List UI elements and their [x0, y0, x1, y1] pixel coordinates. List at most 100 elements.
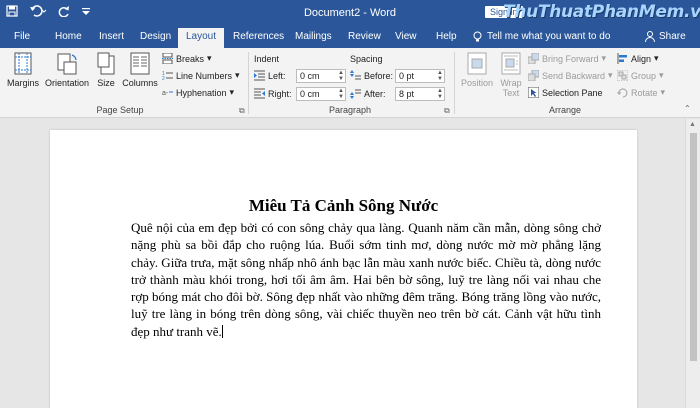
group-objects-icon [617, 70, 628, 81]
indent-left-input[interactable]: 0 cm ▲ ▼ [296, 69, 346, 83]
margins-icon [14, 52, 32, 75]
columns-button[interactable]: Columns [121, 52, 159, 88]
indent-left-label-wrap: Left: [254, 70, 286, 81]
breaks-icon [162, 53, 173, 64]
tab-mailings[interactable]: Mailings [295, 31, 332, 42]
wrap-text-button[interactable]: Wrap Text [497, 52, 525, 98]
indent-left-value: 0 cm [300, 71, 320, 81]
indent-right-label: Right: [268, 88, 292, 99]
spacing-before-icon [350, 70, 361, 80]
hyphenation-button[interactable]: a- Hyphenation ▾ [162, 87, 234, 98]
text-cursor [221, 324, 223, 338]
spacing-after-value: 8 pt [399, 89, 415, 99]
spacing-before-label-wrap: Before: [350, 70, 393, 81]
tab-home[interactable]: Home [55, 31, 82, 42]
dialog-launcher-icon[interactable]: ⧉ [239, 106, 245, 116]
ribbon-tabs: File Home Insert Design Layout Reference… [0, 28, 700, 48]
size-label: Size [97, 78, 115, 88]
tell-me-box[interactable]: Tell me what you want to do [473, 31, 610, 43]
orientation-icon [57, 53, 77, 75]
breaks-button[interactable]: Breaks ▾ [162, 53, 212, 64]
indent-left-icon [254, 70, 265, 81]
spinner-arrows-icon[interactable]: ▲ ▼ [437, 88, 443, 100]
columns-icon [130, 52, 150, 75]
hyphenation-label: Hyphenation [176, 87, 227, 98]
document-body-text: Quê nội của em đẹp bởi có con sông chảy … [131, 220, 601, 339]
line-numbers-icon: 12 [162, 71, 173, 81]
chevron-down-icon: ▾ [654, 53, 659, 63]
position-button[interactable]: Position [458, 52, 496, 88]
spacing-label: Spacing [350, 54, 383, 64]
chevron-down-icon: ▾ [608, 70, 613, 80]
tab-insert[interactable]: Insert [99, 31, 124, 42]
title-bar: Document2 - Word Sign in ThuThuatPhanMem… [0, 0, 700, 28]
document-heading[interactable]: Miêu Tả Cảnh Sông Nước [50, 196, 637, 216]
tell-me-text: Tell me what you want to do [487, 31, 611, 42]
indent-right-input[interactable]: 0 cm ▲ ▼ [296, 87, 346, 101]
tab-view[interactable]: View [395, 31, 417, 42]
vertical-scrollbar[interactable]: ▲ [685, 119, 700, 408]
tab-design[interactable]: Design [140, 31, 171, 42]
tab-references[interactable]: References [233, 31, 284, 42]
indent-right-value: 0 cm [300, 89, 320, 99]
rotate-icon [617, 88, 628, 98]
bring-forward-button[interactable]: Bring Forward ▾ [528, 53, 606, 64]
collapse-ribbon-icon[interactable]: ⌃ [684, 104, 691, 113]
scroll-up-icon[interactable]: ▲ [689, 121, 696, 128]
selection-pane-label: Selection Pane [542, 87, 603, 98]
site-watermark: ThuThuatPhanMem.vn [503, 2, 700, 22]
send-backward-label: Send Backward [542, 70, 606, 81]
wrap-text-icon [501, 52, 521, 75]
lightbulb-icon [473, 31, 482, 42]
chevron-down-icon: ▾ [660, 87, 666, 97]
group-divider [454, 52, 455, 114]
svg-text:2: 2 [162, 76, 165, 81]
align-icon [617, 53, 627, 64]
group-button[interactable]: Group ▾ [617, 70, 664, 81]
spacing-after-input[interactable]: 8 pt ▲ ▼ [395, 87, 445, 101]
share-label: Share [659, 31, 686, 42]
tab-help[interactable]: Help [436, 31, 457, 42]
group-divider [248, 52, 249, 114]
bring-forward-label: Bring Forward [542, 53, 599, 64]
chevron-down-icon: ▾ [601, 53, 607, 63]
rotate-button[interactable]: Rotate ▾ [617, 87, 665, 98]
margins-button[interactable]: Margins [6, 52, 40, 88]
page-setup-group-label: Page Setup [96, 105, 144, 115]
ribbon: Margins Orientation Size Columns Breaks ▾… [0, 48, 700, 118]
chevron-down-icon: ▾ [229, 87, 235, 97]
tab-file[interactable]: File [14, 31, 30, 42]
size-button[interactable]: Size [93, 52, 119, 88]
spinner-arrows-icon[interactable]: ▲ ▼ [338, 88, 344, 100]
document-page[interactable]: Miêu Tả Cảnh Sông Nước Quê nội của em đẹ… [50, 130, 637, 408]
orientation-button[interactable]: Orientation [44, 52, 90, 88]
group-label: Group [631, 70, 657, 81]
spinner-arrows-icon[interactable]: ▲ ▼ [338, 70, 344, 82]
spinner-arrows-icon[interactable]: ▲ ▼ [437, 70, 443, 82]
wrap-text-label: Wrap Text [500, 78, 522, 98]
indent-right-icon [254, 88, 265, 99]
tab-review[interactable]: Review [348, 31, 381, 42]
document-body[interactable]: Quê nội của em đẹp bởi có con sông chảy … [131, 219, 601, 340]
spacing-after-label: After: [364, 88, 386, 99]
scrollbar-thumb[interactable] [690, 133, 697, 361]
send-backward-button[interactable]: Send Backward ▾ [528, 70, 613, 81]
spacing-before-input[interactable]: 0 pt ▲ ▼ [395, 69, 445, 83]
position-icon [467, 52, 487, 75]
hyphenation-icon: a- [162, 90, 173, 97]
align-button[interactable]: Align ▾ [617, 53, 659, 64]
spacing-before-value: 0 pt [399, 71, 415, 81]
share-button[interactable]: Share [645, 31, 686, 42]
selection-pane-icon [528, 87, 539, 98]
rotate-label: Rotate [631, 87, 658, 98]
svg-text:a-: a- [162, 90, 169, 97]
indent-label: Indent [254, 54, 280, 64]
indent-right-label-wrap: Right: [254, 88, 292, 99]
dialog-launcher-icon[interactable]: ⧉ [444, 106, 450, 116]
tab-layout[interactable]: Layout [178, 28, 225, 48]
line-numbers-button[interactable]: 12 Line Numbers ▾ [162, 70, 240, 81]
breaks-label: Breaks [176, 53, 205, 64]
orientation-label: Orientation [44, 78, 90, 88]
margins-label: Margins [6, 78, 39, 88]
selection-pane-button[interactable]: Selection Pane [528, 87, 603, 98]
